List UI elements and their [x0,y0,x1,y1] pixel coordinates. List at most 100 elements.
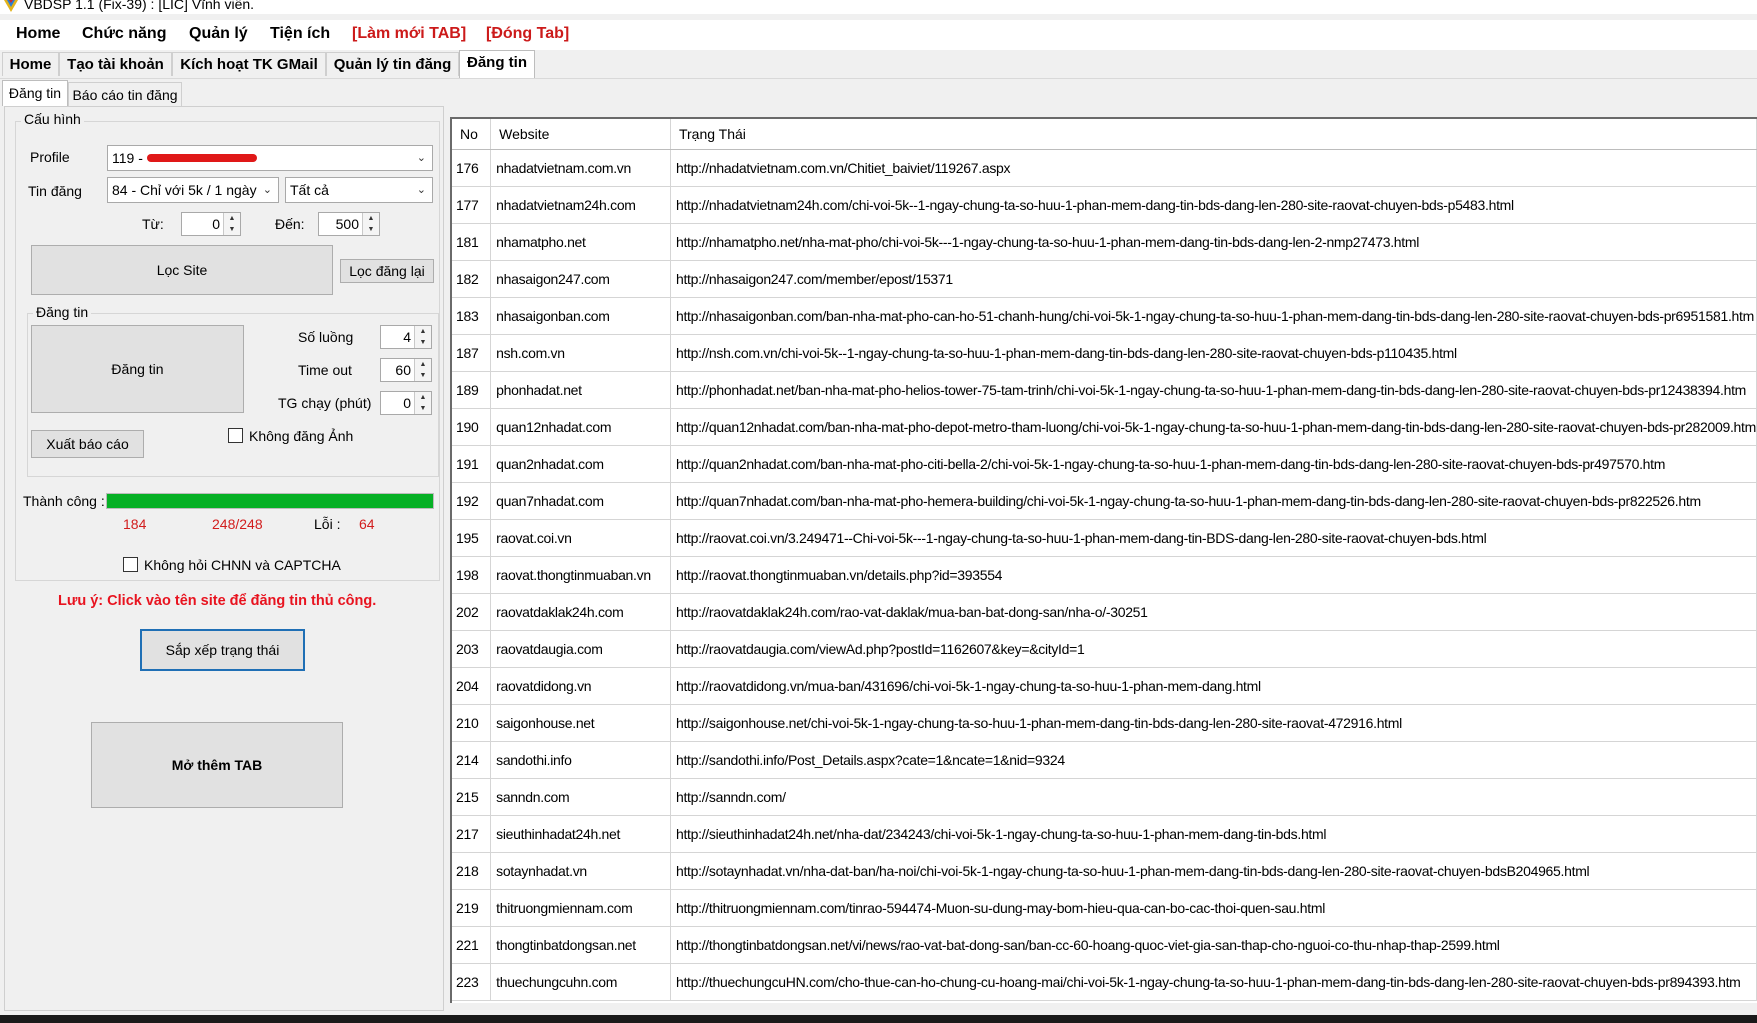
row-website-cell[interactable]: thitruongmiennam.com [490,889,671,927]
tab-activate-gmail[interactable]: Kích hoạt TK GMail [172,52,326,76]
table-row[interactable]: 202 raovatdaklak24h.com http://raovatdakla… [452,593,1757,631]
row-website-cell[interactable]: raovatdaugia.com [490,630,671,668]
row-website-cell[interactable]: thongtinbatdongsan.net [490,926,671,964]
table-row[interactable]: 221 thongtinbatdongsan.net http://thongtin… [452,926,1757,964]
row-website-cell[interactable]: sotaynhadat.vn [490,852,671,890]
table-row[interactable]: 181 nhamatpho.net http://nhamatpho.net/nha… [452,223,1757,261]
row-website-cell[interactable]: nhadatvietnam24h.com [490,186,671,224]
table-row[interactable]: 192 quan7nhadat.com http://quan7nhadat.com… [452,482,1757,520]
tab-manage-posts[interactable]: Quản lý tin đăng [326,52,459,76]
spin-buttons[interactable]: ▲ ▼ [223,213,240,235]
row-website-cell[interactable]: saigonhouse.net [490,704,671,742]
spin-buttons[interactable]: ▲ ▼ [414,392,431,414]
row-website-cell[interactable]: nhasaigonban.com [490,297,671,335]
row-website-cell[interactable]: thuechungcuhn.com [490,963,671,1001]
menu-home[interactable]: Home [16,25,60,43]
no-image-checkbox[interactable]: Không đăng Ảnh [228,428,353,444]
spin-down-icon: ▼ [419,339,427,346]
spin-up-icon: ▲ [419,394,427,401]
table-row[interactable]: 182 nhasaigon247.com http://nhasaigon247.c… [452,260,1757,298]
table-row[interactable]: 176 nhadatvietnam.com.vn http://nhadatviet… [452,149,1757,187]
timeout-label: Time out [298,362,352,378]
row-website-cell[interactable]: quan7nhadat.com [490,482,671,520]
filter-select[interactable]: Tất cả ⌄ [285,177,433,203]
row-website-cell[interactable]: raovat.coi.vn [490,519,671,557]
row-website-cell[interactable]: sanndn.com [490,778,671,816]
row-website-cell[interactable]: quan2nhadat.com [490,445,671,483]
runtime-stepper[interactable]: 0 ▲ ▼ [380,391,432,415]
table-row[interactable]: 223 thuechungcuhn.com http://thuechungcuHN… [452,963,1757,1001]
profile-value: 119 - [112,150,147,166]
table-row[interactable]: 214 sandothi.info http://sandothi.info/Pos… [452,741,1757,779]
tab-home[interactable]: Home [2,52,59,76]
table-row[interactable]: 218 sotaynhadat.vn http://sotaynhadat.vn/n… [452,852,1757,890]
timeout-value: 60 [395,362,411,378]
table-row[interactable]: 215 sanndn.com http://sanndn.com/ [452,778,1757,816]
row-website-cell[interactable]: sieuthinhadat24h.net [490,815,671,853]
menu-refresh-tab[interactable]: [Làm mới TAB] [352,25,466,43]
row-no-cell: 198 [452,556,492,594]
table-row[interactable]: 204 raovatdidong.vn http://raovatdidong.vn… [452,667,1757,705]
row-website-cell[interactable]: raovatdidong.vn [490,667,671,705]
subtab-post[interactable]: Đăng tin [2,80,68,106]
no-captcha-checkbox[interactable]: Không hỏi CHNN và CAPTCHA [123,557,341,573]
export-report-button[interactable]: Xuất báo cáo [31,430,144,458]
spin-buttons[interactable]: ▲ ▼ [414,359,431,381]
row-website-cell[interactable]: raovat.thongtinmuaban.vn [490,556,671,594]
table-row[interactable]: 217 sieuthinhadat24h.net http://sieuthinha… [452,815,1757,853]
row-website-cell[interactable]: nsh.com.vn [490,334,671,372]
quantity-stepper[interactable]: 4 ▲ ▼ [380,325,432,349]
column-header-website[interactable]: Website [490,119,671,150]
table-row[interactable]: 183 nhasaigonban.com http://nhasaigonban.c… [452,297,1757,335]
table-row[interactable]: 189 phonhadat.net http://phonhadat.net/ban… [452,371,1757,409]
table-row[interactable]: 210 saigonhouse.net http://saigonhouse.net… [452,704,1757,742]
row-website-cell[interactable]: nhadatvietnam.com.vn [490,149,671,187]
table-row[interactable]: 187 nsh.com.vn http://nsh.com.vn/chi-voi-5… [452,334,1757,372]
spin-down-icon: ▼ [367,226,375,233]
taskbar-edge [0,1015,1757,1023]
results-grid[interactable]: No Website Trạng Thái 176 nhadatvietnam.c… [450,117,1757,1003]
table-row[interactable]: 191 quan2nhadat.com http://quan2nhadat.com… [452,445,1757,483]
column-header-status[interactable]: Trạng Thái [670,119,1757,150]
tab-post[interactable]: Đăng tin [459,50,535,78]
row-website-cell[interactable]: sandothi.info [490,741,671,779]
subtab-post-report[interactable]: Báo cáo tin đăng [68,82,182,106]
row-status-cell: http://nhasaigon247.com/member/epost/153… [670,260,1757,298]
profile-select[interactable]: 119 - ⌄ [107,145,433,171]
row-no-cell: 190 [452,408,492,446]
chevron-down-icon: ⌄ [416,152,426,164]
success-label: Thành công : [23,493,105,509]
spin-buttons[interactable]: ▲ ▼ [414,326,431,348]
spin-buttons[interactable]: ▲ ▼ [362,213,379,235]
row-website-cell[interactable]: raovatdaklak24h.com [490,593,671,631]
post-button[interactable]: Đăng tin [31,325,244,413]
row-website-cell[interactable]: quan12nhadat.com [490,408,671,446]
table-row[interactable]: 203 raovatdaugia.com http://raovatdaugia.c… [452,630,1757,668]
table-row[interactable]: 198 raovat.thongtinmuaban.vn http://raovat… [452,556,1757,594]
open-tab-button[interactable]: Mở thêm TAB [91,722,343,808]
from-stepper[interactable]: 0 ▲ ▼ [181,212,241,236]
refilter-button[interactable]: Lọc đăng lại [340,259,434,283]
menu-close-tab[interactable]: [Đóng Tab] [486,25,569,43]
post-select[interactable]: 84 - Chỉ với 5k / 1 ngày ⌄ [107,177,279,203]
row-status-cell: http://nhadatvietnam.com.vn/Chitiet_baiv… [670,149,1757,187]
row-website-cell[interactable]: nhasaigon247.com [490,260,671,298]
menu-functions[interactable]: Chức năng [82,25,166,43]
to-stepper[interactable]: 500 ▲ ▼ [318,212,380,236]
row-website-cell[interactable]: phonhadat.net [490,371,671,409]
sort-status-button[interactable]: Sắp xếp trạng thái [140,629,305,671]
progress-fill [107,494,433,508]
timeout-stepper[interactable]: 60 ▲ ▼ [380,358,432,382]
table-row[interactable]: 219 thitruongmiennam.com http://thitruongm… [452,889,1757,927]
table-row[interactable]: 190 quan12nhadat.com http://quan12nhadat.c… [452,408,1757,446]
filter-site-button[interactable]: Lọc Site [31,245,333,295]
spin-down-icon: ▼ [228,226,236,233]
table-row[interactable]: 195 raovat.coi.vn http://raovat.coi.vn/3.2… [452,519,1757,557]
row-website-cell[interactable]: nhamatpho.net [490,223,671,261]
menu-utilities[interactable]: Tiện ích [270,25,330,43]
column-header-no[interactable]: No [452,119,492,150]
row-status-cell: http://raovatdidong.vn/mua-ban/431696/ch… [670,667,1757,705]
menu-manage[interactable]: Quản lý [189,25,248,43]
tab-create-account[interactable]: Tạo tài khoản [59,52,172,76]
table-row[interactable]: 177 nhadatvietnam24h.com http://nhadatviet… [452,186,1757,224]
